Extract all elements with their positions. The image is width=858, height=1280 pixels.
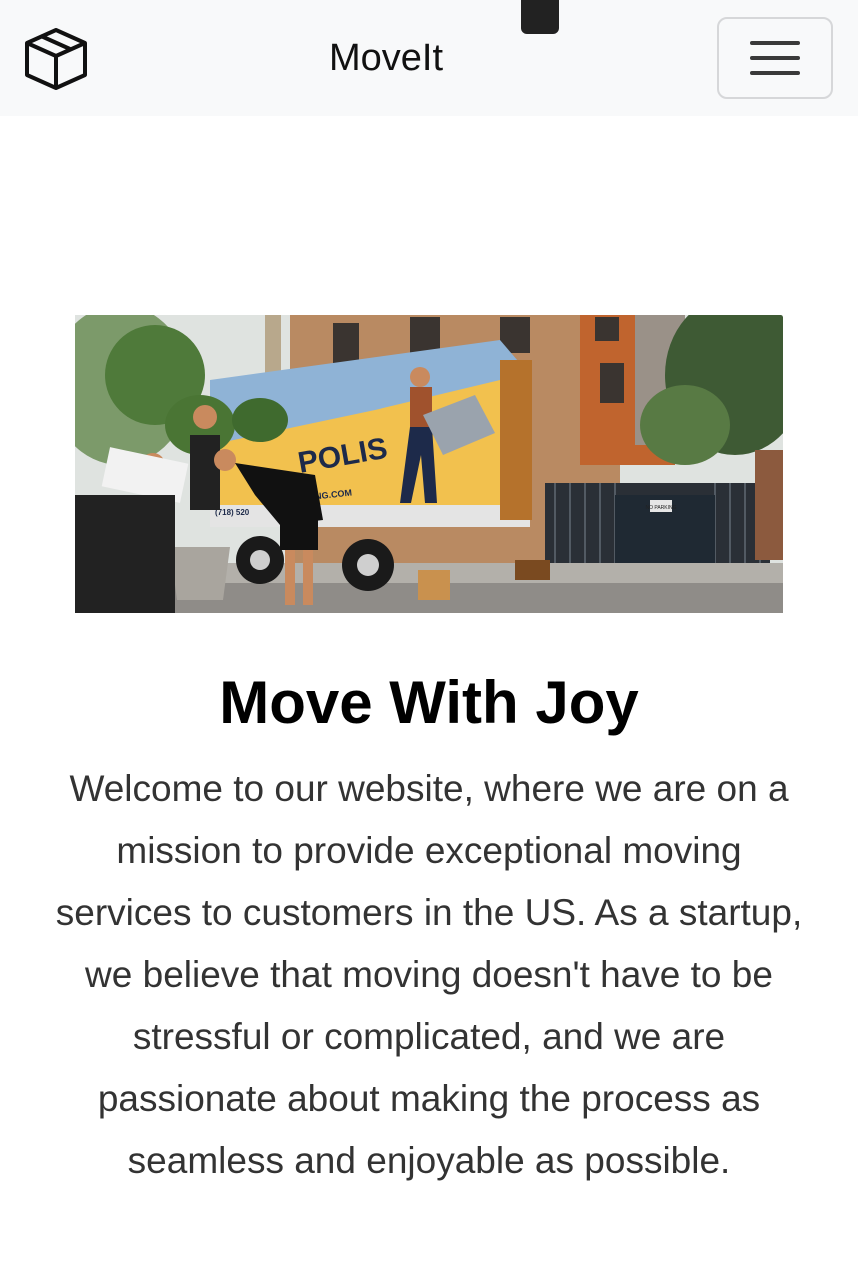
camera-notch	[521, 0, 559, 34]
brand-title[interactable]: MoveIt	[0, 36, 772, 80]
no-parking-sign: NO PARKING	[645, 505, 676, 511]
hero-image: NO PARKING POLIS OVING.COM (718) 520	[75, 315, 783, 613]
truck-phone: (718) 520	[215, 508, 250, 517]
hamburger-menu-icon	[750, 41, 800, 45]
hero-headline: Move With Joy	[219, 669, 639, 736]
moving-truck-photo: NO PARKING POLIS OVING.COM (718) 520	[75, 315, 783, 613]
hero-description: Welcome to our website, where we are on …	[55, 768, 803, 1181]
hamburger-menu-icon-bar	[750, 71, 800, 75]
navbar: MoveIt	[0, 0, 858, 116]
menu-toggle-button[interactable]	[717, 17, 833, 99]
hamburger-menu-icon-bar	[750, 56, 800, 60]
